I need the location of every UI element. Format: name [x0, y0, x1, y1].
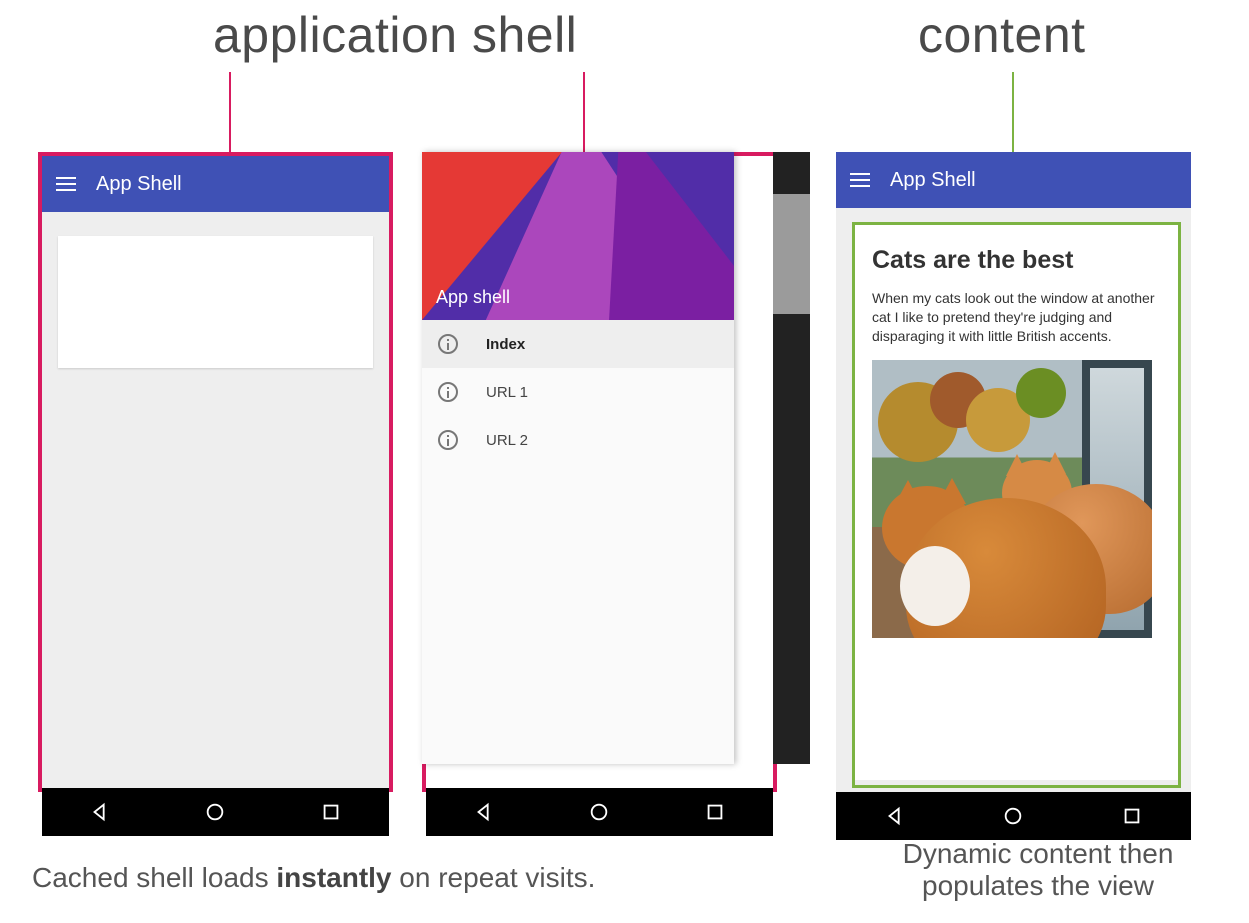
info-icon [438, 334, 458, 354]
drawer-item-url1[interactable]: URL 1 [422, 368, 734, 416]
nav-recents-icon[interactable] [1121, 805, 1143, 827]
nav-home-icon[interactable] [1002, 805, 1024, 827]
app-bar: App Shell [42, 156, 389, 212]
nav-home-icon[interactable] [588, 801, 610, 823]
nav-home-icon[interactable] [204, 801, 226, 823]
drawer-header: App shell [422, 152, 734, 320]
app-bar: App Shell [836, 152, 1191, 208]
drawer-item-index[interactable]: Index [422, 320, 734, 368]
nav-recents-icon[interactable] [704, 801, 726, 823]
drawer-item-url2[interactable]: URL 2 [422, 416, 734, 464]
drawer-scrim-light [773, 194, 810, 314]
content-highlight-outline [852, 222, 1181, 788]
empty-placeholder-card [58, 236, 373, 368]
label-application-shell: application shell [213, 6, 577, 64]
drawer-item-label: URL 2 [486, 432, 528, 449]
android-nav-bar [836, 792, 1191, 840]
drawer-item-label: URL 1 [486, 384, 528, 401]
phone-shell-drawer: App shell Index URL 1 URL 2 [422, 152, 777, 792]
connector-shell-left [229, 72, 231, 156]
drawer-item-label: Index [486, 336, 525, 353]
drawer-header-title: App shell [436, 287, 510, 308]
nav-back-icon[interactable] [89, 801, 111, 823]
phone-content: App Shell Cats are the best When my cats… [836, 152, 1191, 792]
phone-shell-empty: App Shell [38, 152, 393, 792]
nav-recents-icon[interactable] [320, 801, 342, 823]
caption-content: Dynamic content then populates the view [838, 838, 1238, 902]
android-nav-bar [42, 788, 389, 836]
app-bar-title: App Shell [890, 169, 976, 192]
android-nav-bar [426, 788, 773, 836]
connector-shell-right [583, 72, 585, 156]
nav-back-icon[interactable] [473, 801, 495, 823]
nav-back-icon[interactable] [884, 805, 906, 827]
nav-drawer: App shell Index URL 1 URL 2 [422, 152, 734, 764]
caption-shell: Cached shell loads instantly on repeat v… [32, 862, 732, 894]
hamburger-icon[interactable] [850, 173, 870, 187]
phone-body [42, 212, 389, 788]
app-bar-title: App Shell [96, 173, 182, 196]
info-icon [438, 430, 458, 450]
info-icon [438, 382, 458, 402]
hamburger-icon[interactable] [56, 177, 76, 191]
label-content: content [918, 6, 1086, 64]
